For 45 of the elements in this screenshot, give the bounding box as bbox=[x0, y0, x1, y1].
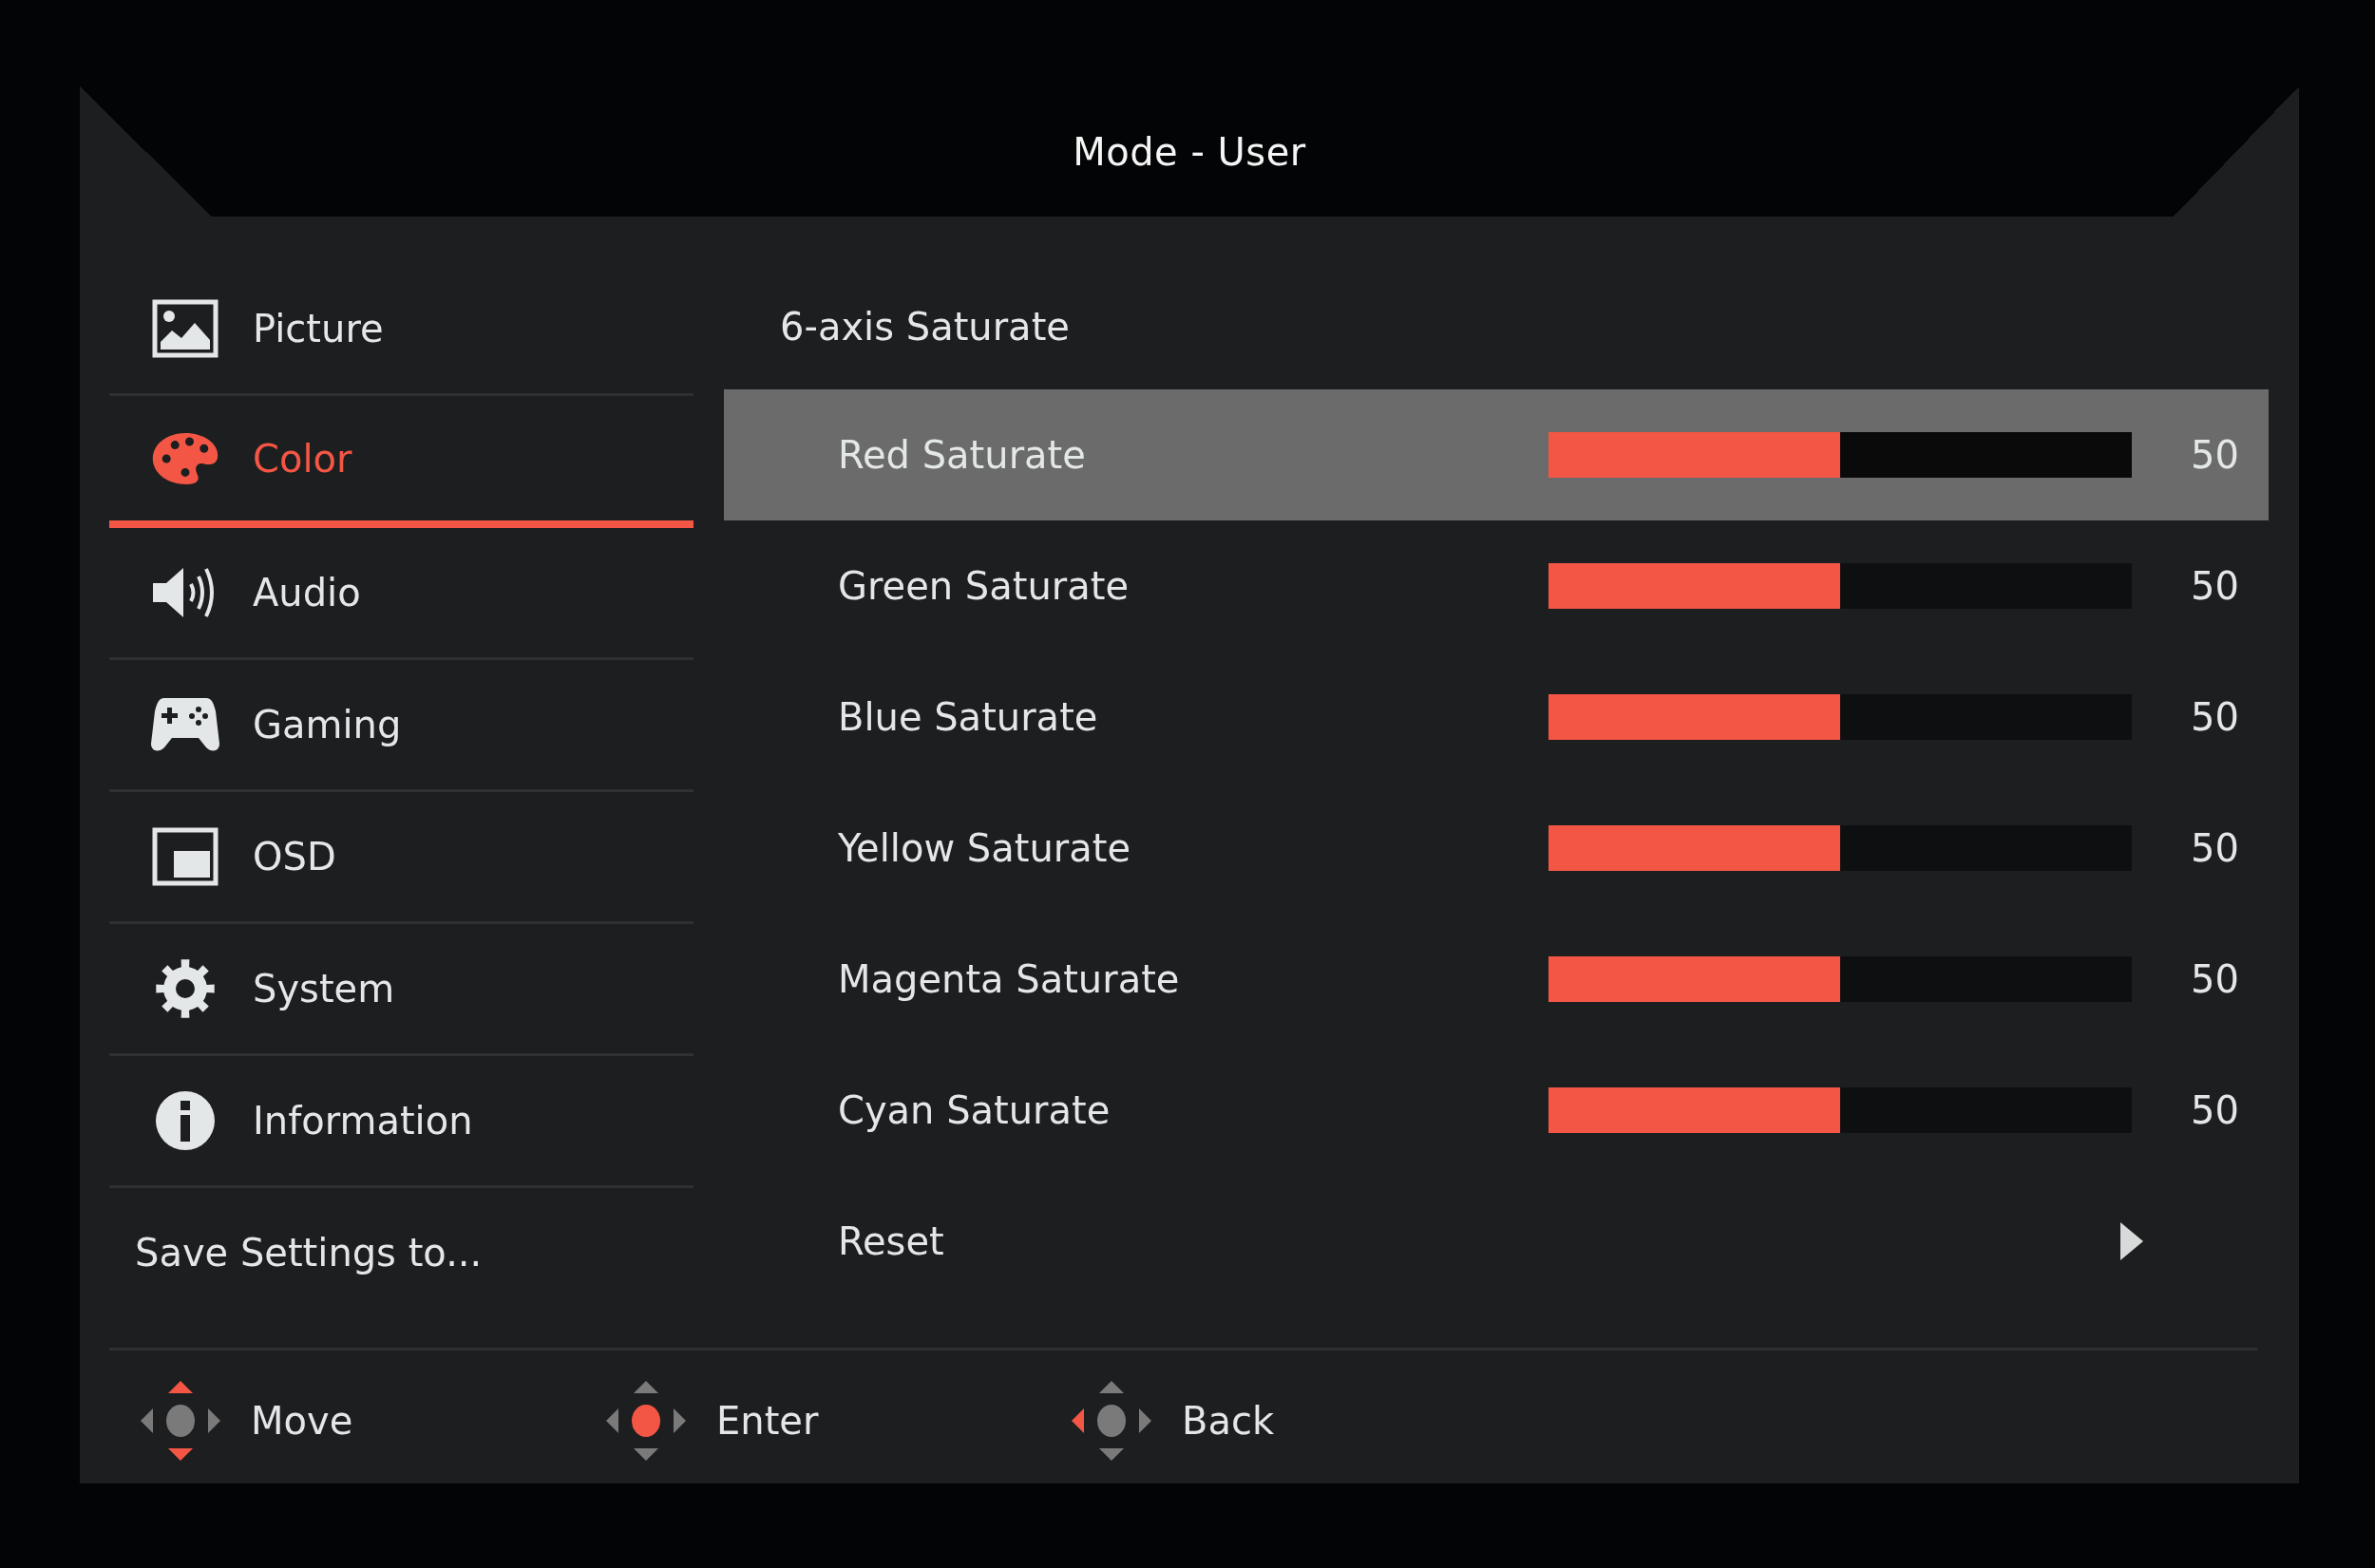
picture-icon bbox=[151, 298, 219, 359]
sidebar-item[interactable]: Audio bbox=[109, 528, 694, 660]
setting-label: Red Saturate bbox=[838, 433, 1087, 477]
setting-value: 50 bbox=[2191, 564, 2239, 608]
setting-row[interactable]: Blue Saturate 50 bbox=[724, 652, 2269, 783]
hint-label: Move bbox=[251, 1399, 353, 1443]
setting-label: Magenta Saturate bbox=[838, 957, 1181, 1001]
section-title: 6-axis Saturate bbox=[779, 304, 1071, 350]
setting-label: Reset bbox=[838, 1219, 945, 1263]
caret-right-icon bbox=[2120, 1222, 2143, 1260]
setting-row[interactable]: Red Saturate 50 bbox=[724, 389, 2269, 520]
menu-title: Mode - User bbox=[1073, 129, 1306, 174]
setting-row[interactable]: Magenta Saturate 50 bbox=[724, 914, 2269, 1045]
setting-value: 50 bbox=[2191, 1088, 2239, 1132]
setting-row[interactable]: Green Saturate 50 bbox=[724, 520, 2269, 652]
slider-track[interactable] bbox=[1548, 432, 2133, 478]
setting-row[interactable]: Reset bbox=[724, 1176, 2269, 1307]
sidebar-item[interactable]: Picture bbox=[109, 264, 694, 396]
sidebar-item[interactable]: Gaming bbox=[109, 660, 694, 792]
sidebar-item[interactable]: System bbox=[109, 924, 694, 1056]
sidebar-item[interactable]: Information bbox=[109, 1056, 694, 1188]
setting-label: Green Saturate bbox=[838, 564, 1130, 608]
dpad-icon bbox=[1072, 1381, 1151, 1461]
window-icon bbox=[151, 826, 219, 887]
dpad-icon bbox=[606, 1381, 686, 1461]
slider-track[interactable] bbox=[1548, 956, 2133, 1002]
slider-track[interactable] bbox=[1548, 563, 2133, 609]
setting-value: 50 bbox=[2191, 826, 2239, 870]
setting-row[interactable]: Yellow Saturate 50 bbox=[724, 783, 2269, 914]
save-settings-item[interactable]: Save Settings to... bbox=[109, 1188, 694, 1317]
setting-row[interactable]: Cyan Saturate 50 bbox=[724, 1045, 2269, 1176]
setting-label: Cyan Saturate bbox=[838, 1088, 1112, 1132]
setting-value: 50 bbox=[2191, 433, 2239, 477]
sidebar-item[interactable]: Color bbox=[109, 396, 694, 528]
sidebar-item[interactable]: OSD bbox=[109, 792, 694, 924]
slider-track[interactable] bbox=[1548, 1087, 2133, 1133]
slider-track[interactable] bbox=[1548, 825, 2133, 871]
setting-value: 50 bbox=[2191, 957, 2239, 1001]
hint-label: Back bbox=[1182, 1399, 1275, 1443]
setting-label: Yellow Saturate bbox=[838, 826, 1132, 870]
setting-value: 50 bbox=[2191, 695, 2239, 739]
hint-label: Enter bbox=[716, 1399, 819, 1443]
dpad-icon bbox=[141, 1381, 220, 1461]
setting-label: Blue Saturate bbox=[838, 695, 1099, 739]
slider-track[interactable] bbox=[1548, 694, 2133, 740]
